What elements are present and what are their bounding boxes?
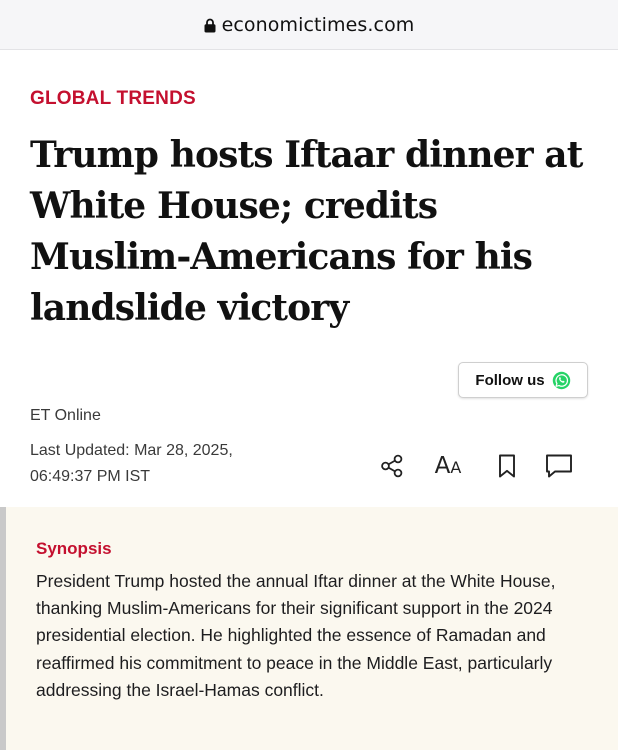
bookmark-icon <box>499 454 515 478</box>
font-size-button[interactable]: AA <box>430 448 466 484</box>
bookmark-button[interactable] <box>489 448 525 484</box>
whatsapp-icon <box>552 371 570 389</box>
share-icon <box>381 454 403 478</box>
comment-icon <box>546 454 572 478</box>
font-size-icon: AA <box>434 453 462 479</box>
synopsis-body: President Trump hosted the annual Iftar … <box>36 571 556 700</box>
synopsis-accent-bar <box>0 507 6 750</box>
synopsis-title: Synopsis <box>36 539 112 558</box>
last-updated: Last Updated: Mar 28, 2025, 06:49:37 PM … <box>30 442 233 485</box>
synopsis-box: Synopsis President Trump hosted the annu… <box>0 507 618 750</box>
article-headline: Trump hosts Iftaar dinner at White House… <box>30 134 583 329</box>
follow-us-label: Follow us <box>475 371 545 389</box>
category-label[interactable]: GLOBAL TRENDS <box>30 88 196 110</box>
address-bar[interactable]: economictimes.com <box>0 0 618 50</box>
follow-us-button[interactable]: Follow us <box>458 362 588 398</box>
author-name[interactable]: ET Online <box>30 407 101 425</box>
url-text: economictimes.com <box>221 13 415 36</box>
share-button[interactable] <box>374 448 410 484</box>
lock-icon <box>204 18 216 32</box>
comment-button[interactable] <box>541 448 577 484</box>
